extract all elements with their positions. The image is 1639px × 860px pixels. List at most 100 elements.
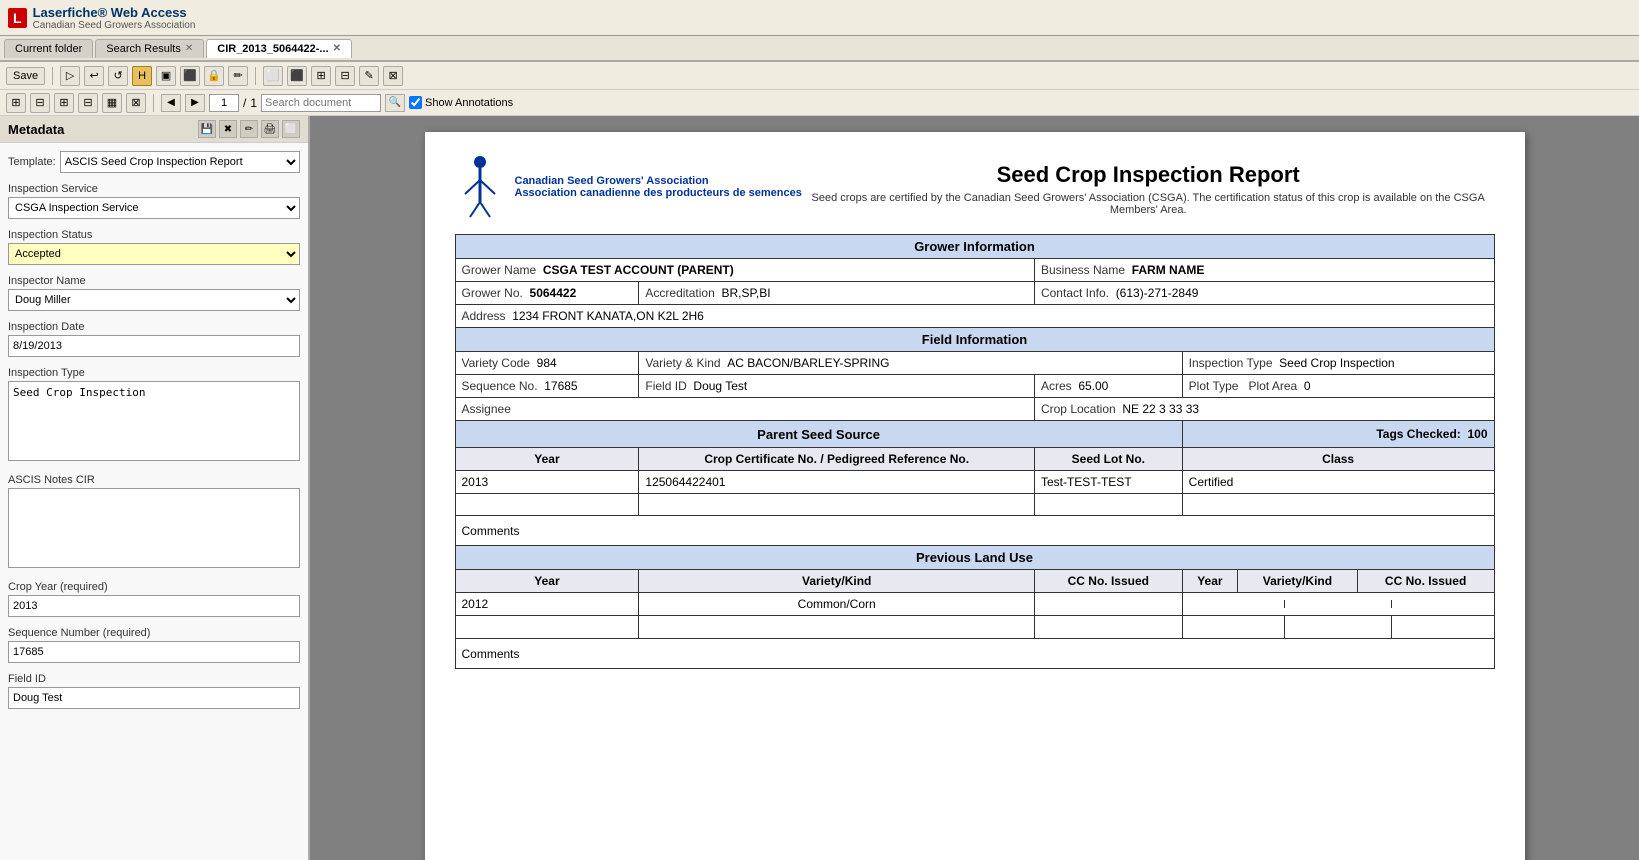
prev-land-col-variety-2: Variety/Kind xyxy=(1238,570,1358,592)
zoom-in-icon[interactable]: ⊞ xyxy=(54,93,74,113)
prev-land-row-2-cc-2 xyxy=(1391,616,1493,638)
lock-icon[interactable]: 🔒 xyxy=(204,66,224,86)
tab-cir-doc[interactable]: CIR_2013_5064422-... ✕ xyxy=(206,39,352,58)
parent-row-1-cert-no: 125064422401 xyxy=(639,471,1035,494)
parent-col-year: Year xyxy=(455,448,639,471)
tab-current-folder[interactable]: Current folder xyxy=(4,39,93,58)
toolbar: Save ▷ ↩ ↺ H ▣ ⬛ 🔒 ✏ ⬜ ⬛ ⊞ ⊟ ✎ ⊠ xyxy=(0,62,1639,90)
inspection-status-select[interactable]: Accepted xyxy=(8,243,300,265)
tab-search-results[interactable]: Search Results ✕ xyxy=(95,39,204,58)
prev-land-row-1-variety-2 xyxy=(1285,600,1391,608)
zoom-out-icon[interactable]: ⊟ xyxy=(78,93,98,113)
select-icon[interactable]: ▣ xyxy=(156,66,176,86)
crop-location-label: Crop Location xyxy=(1041,402,1116,416)
inspection-service-select[interactable]: CSGA Inspection Service xyxy=(8,197,300,219)
refresh-icon[interactable]: ↺ xyxy=(108,66,128,86)
app-subtitle: Canadian Seed Growers Association xyxy=(33,20,196,31)
thumbnail-icon[interactable]: ▦ xyxy=(102,93,122,113)
parent-row-2-seed-lot xyxy=(1034,494,1182,516)
variety-kind-value: AC BACON/BARLEY-SPRING xyxy=(727,356,889,370)
acres-cell: Acres 65.00 xyxy=(1034,375,1182,398)
acres-label: Acres xyxy=(1041,379,1072,393)
search-document-input[interactable] xyxy=(261,94,381,112)
tab-search-results-close[interactable]: ✕ xyxy=(185,43,193,54)
sequence-no-label: Sequence No. xyxy=(462,379,538,393)
business-name-label: Business Name xyxy=(1041,263,1125,277)
fit-width-icon[interactable]: ⬛ xyxy=(287,66,307,86)
prev-land-row-1-variety: Common/Corn xyxy=(639,593,1035,616)
sequence-no-cell: Sequence No. 17685 xyxy=(455,375,639,398)
hand-icon[interactable]: H xyxy=(132,66,152,86)
prev-land-inner-table: Year Variety/Kind CC No. Issued xyxy=(1183,570,1494,592)
sidebar-edit-icon[interactable]: ✏ xyxy=(240,120,258,138)
address-label: Address xyxy=(462,309,506,323)
inspection-date-input[interactable] xyxy=(8,335,300,357)
prev-land-row-1-cc-2 xyxy=(1391,600,1493,608)
field-label-inspection-type: Inspection Type xyxy=(8,367,300,379)
arrow-left-icon[interactable]: ↩ xyxy=(84,66,104,86)
report-subtitle: Seed crops are certified by the Canadian… xyxy=(802,192,1495,216)
csga-logo: Canadian Seed Growers' Association Assoc… xyxy=(455,152,802,222)
plot-type-cell: Plot Type Plot Area 0 xyxy=(1182,375,1494,398)
inspection-type-field-value: Seed Crop Inspection xyxy=(1279,356,1394,370)
tab-cir-doc-close[interactable]: ✕ xyxy=(333,43,341,54)
inspection-type-field-label: Inspection Type xyxy=(1189,356,1273,370)
document-viewer[interactable]: Canadian Seed Growers' Association Assoc… xyxy=(310,116,1639,860)
parent-row-1-seed-lot: Test-TEST-TEST xyxy=(1034,471,1182,494)
grid-icon[interactable]: ⊟ xyxy=(335,66,355,86)
address-value: 1234 FRONT KANATA,ON K2L 2H6 xyxy=(512,309,704,323)
page-number-input[interactable] xyxy=(209,94,239,112)
contact-info-value: (613)-271-2849 xyxy=(1116,286,1199,300)
sidebar-save-icon[interactable]: 💾 xyxy=(198,120,216,138)
toolbar-sep-1 xyxy=(52,67,53,85)
prev-page-btn[interactable]: ◀ xyxy=(161,94,181,112)
pencil-icon[interactable]: ✏ xyxy=(228,66,248,86)
fit-page-icon[interactable]: ⬜ xyxy=(263,66,283,86)
crop-location-value: NE 22 3 33 33 xyxy=(1122,402,1199,416)
inspector-name-select[interactable]: Doug Miller xyxy=(8,289,300,311)
parent-row-2-cert-no xyxy=(639,494,1035,516)
zoom-icon[interactable]: ⊞ xyxy=(311,66,331,86)
csga-figure-svg xyxy=(455,152,505,222)
bookmark-icon[interactable]: ⊠ xyxy=(126,93,146,113)
sidebar-expand-icon[interactable]: ⬜ xyxy=(282,120,300,138)
ascis-notes-textarea[interactable] xyxy=(8,488,300,568)
stamp-icon[interactable]: ⬛ xyxy=(180,66,200,86)
fit-screen2-icon[interactable]: ⊟ xyxy=(30,93,50,113)
fit-screen-icon[interactable]: ⊞ xyxy=(6,93,26,113)
toolbar-sep-2 xyxy=(255,67,256,85)
prev-land-comments-label: Comments xyxy=(462,647,520,661)
inspection-type-field-cell: Inspection Type Seed Crop Inspection xyxy=(1182,352,1494,375)
show-annotations-checkbox-label[interactable]: Show Annotations xyxy=(409,96,513,109)
save-button[interactable]: Save xyxy=(6,67,45,85)
next-page-btn[interactable]: ▶ xyxy=(185,94,205,112)
grower-info-table: Grower Information Grower Name CSGA TEST… xyxy=(455,234,1495,669)
field-label-sequence-number: Sequence Number (required) xyxy=(8,627,300,639)
csga-name-en: Canadian Seed Growers' Association xyxy=(515,175,802,187)
grower-name-value: CSGA TEST ACCOUNT (PARENT) xyxy=(543,263,734,277)
prev-land-col-cc-1: CC No. Issued xyxy=(1034,570,1182,593)
sidebar-print-icon[interactable]: 🖨 xyxy=(261,120,279,138)
inspection-type-textarea[interactable]: Seed Crop Inspection xyxy=(8,381,300,461)
prev-land-comments-cell: Comments xyxy=(455,639,1494,669)
field-id-input[interactable] xyxy=(8,687,300,709)
template-select[interactable]: ASCIS Seed Crop Inspection Report xyxy=(60,151,300,173)
page-separator: / xyxy=(243,96,246,110)
report-title: Seed Crop Inspection Report xyxy=(802,162,1495,188)
variety-kind-cell: Variety & Kind AC BACON/BARLEY-SPRING xyxy=(639,352,1182,375)
grower-no-value: 5064422 xyxy=(530,286,577,300)
sequence-number-input[interactable] xyxy=(8,641,300,663)
parent-row-2-class xyxy=(1182,494,1494,516)
show-annotations-checkbox[interactable] xyxy=(409,96,422,109)
grower-no-label: Grower No. xyxy=(462,286,523,300)
search-doc-btn[interactable]: 🔍 xyxy=(385,94,405,112)
camera-icon[interactable]: ⊠ xyxy=(383,66,403,86)
sidebar-discard-icon[interactable]: ✖ xyxy=(219,120,237,138)
crop-year-input[interactable] xyxy=(8,595,300,617)
edit-icon[interactable]: ✎ xyxy=(359,66,379,86)
parent-row-1-class: Certified xyxy=(1182,471,1494,494)
prev-land-col-variety-1: Variety/Kind xyxy=(639,570,1035,593)
prev-land-row-1-right xyxy=(1183,600,1494,608)
arrow-right-icon[interactable]: ▷ xyxy=(60,66,80,86)
field-label-inspector-name: Inspector Name xyxy=(8,275,300,287)
